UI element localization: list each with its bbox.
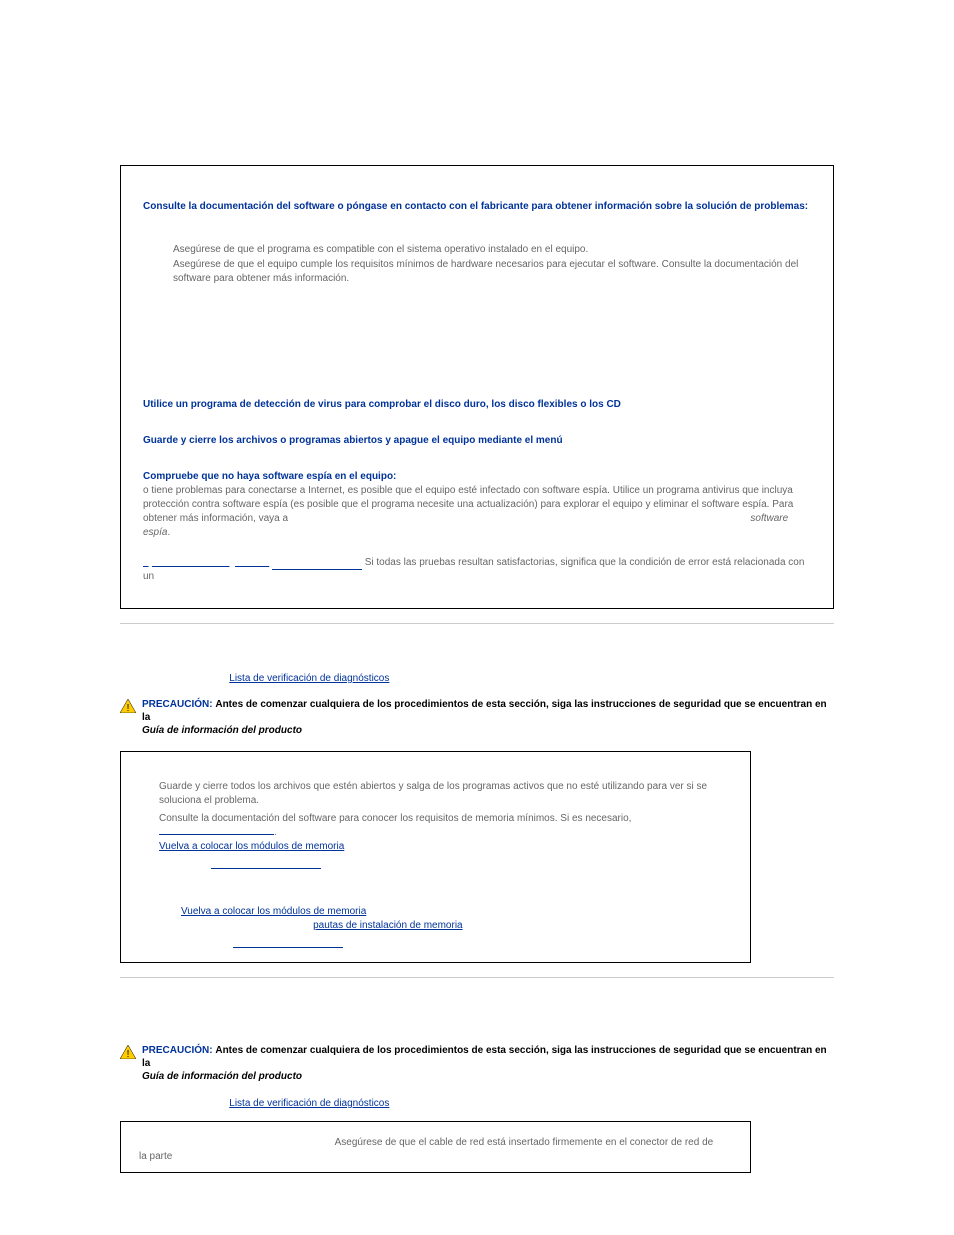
check-item: Verifique que los controladores de dispo… bbox=[173, 302, 811, 316]
svg-text:!: ! bbox=[127, 703, 130, 713]
fill-pre-2: Rellene la bbox=[182, 1098, 229, 1109]
mem-l1: Guarde y cierre todos los archivos que e… bbox=[159, 781, 707, 806]
fill-post-2: a medida que realice estas comprobacione… bbox=[392, 1098, 590, 1109]
caution-body-2: Antes de comenzar cualquiera de los proc… bbox=[142, 1045, 827, 1069]
mem-item: Consulte la documentación del software p… bbox=[159, 812, 722, 840]
dell-diag-link[interactable]: Dell Diagnostics bbox=[211, 854, 321, 869]
start-menu-text: Inicio. bbox=[565, 435, 591, 446]
caution-label: PRECAUCIÓN: bbox=[142, 699, 213, 710]
fill-checklist-note-2: Rellene la Lista de verificación de diag… bbox=[182, 1097, 834, 1111]
mem-item: Guarde y cierre todos los archivos que e… bbox=[159, 780, 722, 808]
support-site: support.dell.com bbox=[291, 513, 372, 524]
run-dell-diag-link[interactable]: Ejecute los Dell Diagnostics: bbox=[143, 557, 269, 568]
spyware-body-b: y busque la palabra clave bbox=[374, 513, 490, 524]
warning-icon: ! bbox=[120, 699, 136, 713]
net-item: Compruebe el conector del cable de red: … bbox=[139, 1136, 722, 1164]
memory-problems-box: Si recibe un mensaje de memoria insufici… bbox=[120, 751, 751, 963]
mem-l3-rest: para asegurarse de que el equipo se comu… bbox=[347, 841, 696, 852]
check-item: Asegúrese de que el programa se ha insta… bbox=[173, 287, 811, 301]
section-divider bbox=[120, 623, 834, 624]
diag-checklist-link-2[interactable]: Lista de verificación de diagnósticos bbox=[229, 1098, 389, 1109]
warning-icon: ! bbox=[120, 1045, 136, 1059]
save-close-heading: Guarde y cierre los archivos o programas… bbox=[143, 435, 563, 446]
reseat-memory-link-2[interactable]: Vuelva a colocar los módulos de memoria bbox=[181, 906, 366, 917]
reseat-memory-link[interactable]: Vuelva a colocar los módulos de memoria bbox=[159, 841, 344, 852]
mem-l4a: Ejecute los bbox=[159, 855, 211, 866]
install-memory-link[interactable] bbox=[159, 834, 274, 835]
caution-guide: Guía de información del producto bbox=[142, 725, 302, 736]
caution-body: Antes de comenzar cualquiera de los proc… bbox=[142, 699, 827, 723]
fill-checklist-note: Rellene la Lista de verificación de diag… bbox=[182, 672, 834, 686]
svg-text:!: ! bbox=[127, 1049, 130, 1059]
mem-o2a: Asegúrese de seguir las bbox=[203, 920, 313, 931]
check-cable-heading: Compruebe el conector del cable de red: bbox=[139, 1137, 332, 1148]
caution-label-2: PRECAUCIÓN: bbox=[142, 1045, 213, 1056]
fill-pre: Rellene la bbox=[182, 673, 229, 684]
virus-heading: Utilice un programa de detección de viru… bbox=[143, 398, 811, 412]
mem-item: Ejecute los Dell Diagnostics. bbox=[159, 854, 722, 869]
spyware-heading: Compruebe que no haya software espía en … bbox=[143, 471, 396, 482]
section-divider bbox=[120, 977, 834, 978]
mem-l2a: Consulte la documentación del software p… bbox=[159, 813, 631, 824]
caution-row-2: ! PRECAUCIÓN: Antes de comenzar cualquie… bbox=[120, 1044, 834, 1083]
mem-item: Vuelva a colocar los módulos de memoria … bbox=[181, 905, 722, 919]
dell-diag-link-2[interactable]: Dell Diagnostics bbox=[233, 933, 343, 948]
fill-post: a medida que realice estas comprobacione… bbox=[392, 673, 590, 684]
caution-row: ! PRECAUCIÓN: Antes de comenzar cualquie… bbox=[120, 698, 834, 737]
mem-item: Asegúrese de seguir las pautas de instal… bbox=[181, 919, 722, 933]
consult-docs-heading: Consulte la documentación del software o… bbox=[143, 201, 751, 212]
check-item: Asegúrese de que el equipo cumple los re… bbox=[173, 258, 811, 286]
check-item: Si es necesario, desinstale y vuelva a i… bbox=[173, 317, 811, 331]
caution-guide-2: Guía de información del producto bbox=[142, 1071, 302, 1082]
consult-docs-heading-rest: problemas: bbox=[754, 201, 808, 212]
mem-item: Ejecute los Dell Diagnostics. bbox=[181, 933, 722, 948]
mem-o1-rest: para asegurarse de que el equipo se comu… bbox=[369, 906, 718, 917]
check-item: Asegúrese de que el programa es compatib… bbox=[173, 243, 811, 257]
network-problems-box: Compruebe el conector del cable de red: … bbox=[120, 1121, 751, 1173]
troubleshoot-software-box: Consulte la documentación del software o… bbox=[120, 165, 834, 609]
memory-guidelines-link[interactable]: pautas de instalación de memoria bbox=[313, 920, 463, 931]
diag-checklist-link[interactable]: Lista de verificación de diagnósticos bbox=[229, 673, 389, 684]
mem-o3a: Ejecute los bbox=[181, 934, 233, 945]
mem-item: Vuelva a colocar los módulos de memoria … bbox=[159, 840, 722, 854]
